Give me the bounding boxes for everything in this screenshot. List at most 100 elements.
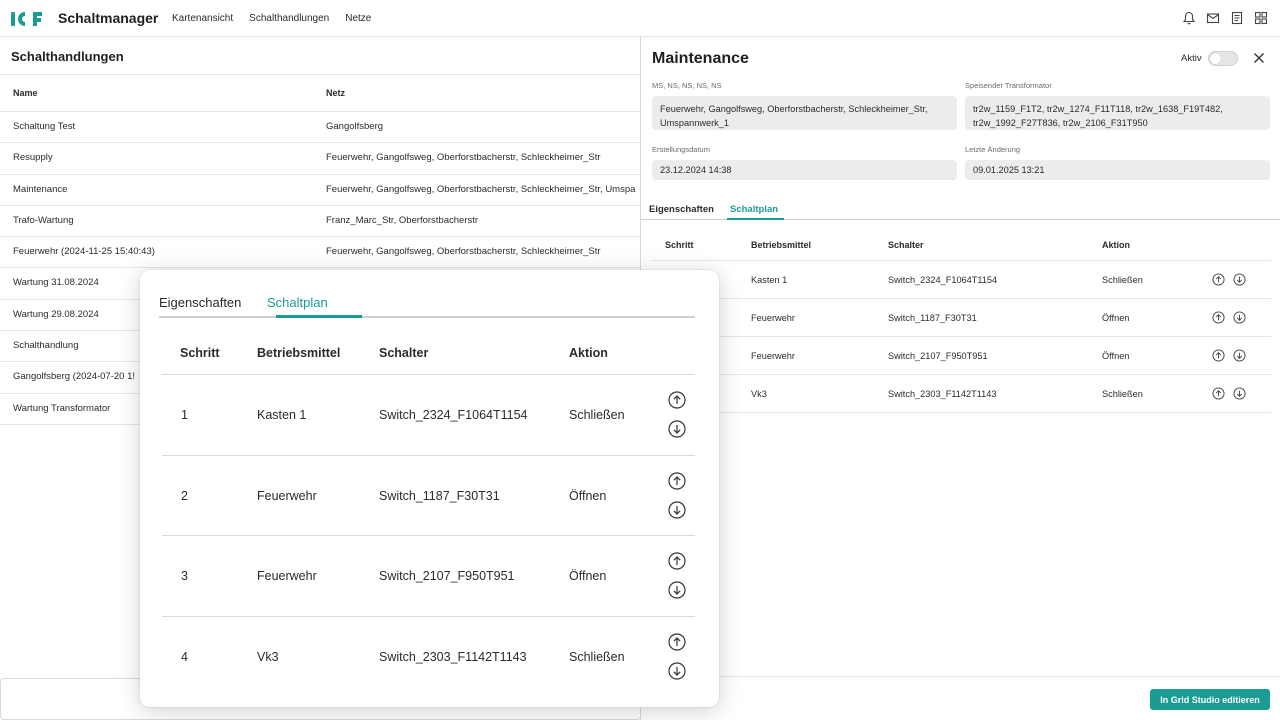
- row-name: Resupply: [13, 152, 53, 164]
- cell-schalter: Switch_2107_F950T951: [379, 569, 515, 583]
- detail-title: Maintenance: [652, 50, 749, 67]
- move-up-icon[interactable]: [668, 632, 686, 651]
- table-row[interactable]: Schaltung Test Gangolfsberg: [0, 112, 641, 144]
- nav-item-kartenansicht[interactable]: Kartenansicht: [172, 13, 233, 24]
- created-field: 23.12.2024 14:38: [652, 160, 957, 180]
- row-netz: Feuerwehr, Gangolfsweg, Oberforstbachers…: [326, 246, 601, 258]
- move-down-icon[interactable]: [1233, 273, 1246, 286]
- row-move-controls: [1212, 311, 1246, 324]
- tab-eigenschaften[interactable]: Eigenschaften: [649, 204, 714, 215]
- move-up-icon[interactable]: [1212, 349, 1225, 362]
- main-nav: Kartenansicht Schalthandlungen Netze: [172, 13, 371, 24]
- cell-schalter: Switch_1187_F30T31: [888, 313, 977, 323]
- nav-item-netze[interactable]: Netze: [345, 13, 371, 24]
- row-name: Gangolfsberg (2024-07-20 1!: [13, 371, 135, 383]
- grid-icon[interactable]: [1254, 11, 1268, 25]
- cell-betriebsmittel: Kasten 1: [751, 275, 788, 285]
- table-row[interactable]: Kasten 1 Switch_2324_F1064T1154 Schließe…: [651, 261, 1271, 299]
- zoomed-schaltplan-card: Eigenschaften Schaltplan Schritt Betrieb…: [140, 270, 719, 707]
- tab-schaltplan[interactable]: Schaltplan: [267, 295, 328, 310]
- list-title: Schalthandlungen: [11, 49, 124, 64]
- document-icon[interactable]: [1230, 11, 1244, 25]
- table-row[interactable]: Trafo-Wartung Franz_Marc_Str, Oberforstba…: [0, 206, 641, 238]
- table-row[interactable]: Feuerwehr Switch_1187_F30T31 Öffnen: [651, 299, 1271, 337]
- logo-icon[interactable]: [11, 9, 43, 29]
- move-up-icon[interactable]: [1212, 311, 1225, 324]
- nav-item-schalthandlungen[interactable]: Schalthandlungen: [249, 13, 329, 24]
- table-row[interactable]: 3 Feuerwehr Switch_2107_F950T951 Öffnen: [162, 536, 695, 617]
- move-up-icon[interactable]: [1212, 273, 1225, 286]
- row-name: Wartung Transformator: [13, 402, 111, 414]
- row-netz: Franz_Marc_Str, Oberforstbacherstr: [326, 214, 479, 226]
- cell-betriebsmittel: Kasten 1: [257, 408, 307, 422]
- row-name: Maintenance: [13, 183, 68, 195]
- zoom-schaltplan-rows: 1 Kasten 1 Switch_2324_F1064T1154 Schlie…: [162, 375, 695, 697]
- column-header-name[interactable]: Name: [13, 88, 38, 98]
- row-move-controls: [668, 552, 686, 599]
- row-netz: Feuerwehr, Gangolfsweg, Oberforstbachers…: [326, 152, 601, 164]
- detail-tabs: Eigenschaften Schaltplan: [641, 200, 1280, 220]
- cell-schalter: Switch_2303_F1142T1143: [379, 649, 527, 664]
- row-move-controls: [668, 471, 686, 519]
- row-move-controls: [1212, 387, 1246, 400]
- created-label: Erstellungsdatum: [652, 145, 710, 154]
- cell-aktion: Öffnen: [1102, 351, 1130, 361]
- move-up-icon[interactable]: [1212, 387, 1225, 400]
- cell-aktion: Schließen: [1102, 389, 1143, 399]
- cell-aktion: Schließen: [569, 649, 625, 664]
- active-tab-indicator: [727, 218, 784, 220]
- column-header-schritt: Schritt: [180, 346, 220, 360]
- cell-schritt: 2: [181, 488, 188, 503]
- schaltplan-header: Schritt Betriebsmittel Schalter Aktion: [651, 227, 1271, 261]
- cell-schalter: Switch_2107_F950T951: [888, 351, 988, 361]
- cell-betriebsmittel: Feuerwehr: [751, 313, 795, 323]
- mail-icon[interactable]: [1206, 11, 1220, 25]
- move-down-icon[interactable]: [668, 581, 686, 599]
- cell-aktion: Schließen: [569, 408, 625, 422]
- cell-betriebsmittel: Feuerwehr: [257, 569, 317, 583]
- table-row[interactable]: 2 Feuerwehr Switch_1187_F30T31 Öffnen: [162, 456, 695, 536]
- row-name: Schalthandlung: [13, 340, 79, 352]
- column-header-schritt: Schritt: [665, 240, 694, 250]
- cell-schritt: 4: [181, 649, 188, 664]
- move-up-icon[interactable]: [668, 391, 686, 409]
- edit-in-grid-studio-button[interactable]: In Grid Studio editieren: [1150, 689, 1270, 710]
- move-down-icon[interactable]: [668, 420, 686, 438]
- table-row[interactable]: Feuerwehr Switch_2107_F950T951 Öffnen: [651, 337, 1271, 375]
- move-up-icon[interactable]: [668, 552, 686, 570]
- move-up-icon[interactable]: [668, 471, 686, 490]
- cell-aktion: Öffnen: [1102, 313, 1130, 323]
- row-netz: Feuerwehr, Gangolfsweg, Oberforstbachers…: [326, 183, 636, 195]
- column-header-netz[interactable]: Netz: [326, 88, 345, 98]
- move-down-icon[interactable]: [668, 500, 686, 519]
- cell-aktion: Schließen: [1102, 275, 1143, 285]
- tab-eigenschaften[interactable]: Eigenschaften: [159, 295, 241, 310]
- row-move-controls: [1212, 273, 1246, 286]
- move-down-icon[interactable]: [1233, 387, 1246, 400]
- aktiv-toggle[interactable]: [1208, 51, 1238, 66]
- row-netz: Gangolfsberg: [326, 121, 384, 132]
- move-down-icon[interactable]: [1233, 349, 1246, 362]
- row-name: Wartung 29.08.2024: [13, 308, 99, 320]
- changed-field: 09.01.2025 13:21: [965, 160, 1270, 180]
- cell-schalter: Switch_1187_F30T31: [379, 488, 500, 503]
- row-move-controls: [668, 391, 686, 438]
- move-down-icon[interactable]: [1233, 311, 1246, 324]
- cell-schritt: 3: [181, 569, 188, 583]
- table-row[interactable]: Vk3 Switch_2303_F1142T1143 Schließen: [651, 375, 1271, 413]
- table-row[interactable]: Resupply Feuerwehr, Gangolfsweg, Oberfors…: [0, 143, 641, 175]
- table-row[interactable]: 4 Vk3 Switch_2303_F1142T1143 Schließen: [162, 617, 695, 698]
- table-row[interactable]: Maintenance Feuerwehr, Gangolfsweg, Oberf…: [0, 175, 641, 206]
- top-icons: [1182, 11, 1268, 25]
- app-title[interactable]: Schaltmanager: [58, 10, 158, 26]
- row-move-controls: [668, 632, 686, 680]
- row-name: Feuerwehr (2024-11-25 15:40:43): [13, 246, 155, 258]
- table-row[interactable]: 1 Kasten 1 Switch_2324_F1064T1154 Schlie…: [162, 375, 695, 456]
- close-icon[interactable]: [1253, 52, 1265, 64]
- column-header-schalter: Schalter: [379, 346, 429, 360]
- move-down-icon[interactable]: [668, 661, 686, 680]
- bell-icon[interactable]: [1182, 11, 1196, 25]
- tab-schaltplan[interactable]: Schaltplan: [730, 204, 778, 215]
- cell-aktion: Öffnen: [569, 488, 607, 503]
- table-row[interactable]: Feuerwehr (2024-11-25 15:40:43) Feuerwehr…: [0, 237, 641, 269]
